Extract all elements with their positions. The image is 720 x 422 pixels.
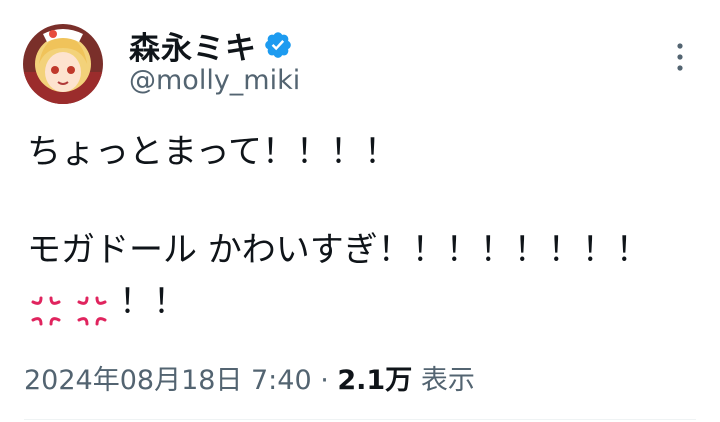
meta-separator: ·: [311, 365, 338, 396]
anger-symbol-icon: [73, 289, 111, 325]
author-handle[interactable]: @molly_miki: [129, 65, 300, 96]
tweet-card: 森永ミキ @molly_miki ちょっとまって！！！！ モガドール かわいすぎ…: [0, 0, 720, 422]
more-options-icon[interactable]: [671, 40, 689, 74]
tweet-meta: 2024年08月18日 7:40 · 2.1万 表示: [24, 358, 475, 397]
views-count: 2.1万: [337, 365, 413, 396]
author-row: 森永ミキ: [129, 23, 293, 68]
tweet-line-3-suffix: ！！: [119, 282, 187, 322]
tweet-line-1: ちょっとまって！！！！: [27, 132, 398, 172]
verified-badge-icon: [263, 30, 293, 60]
tweet-line-3: ！！: [27, 276, 687, 328]
timestamp[interactable]: 2024年08月18日 7:40: [24, 365, 312, 396]
avatar[interactable]: [23, 24, 103, 104]
display-name[interactable]: 森永ミキ: [129, 23, 257, 68]
tweet-text: ちょっとまって！！！！ モガドール かわいすぎ！！！！！！！！ ！！: [27, 126, 687, 328]
views-label: 表示: [420, 365, 475, 396]
tweet-line-2: モガドール かわいすぎ！！！！！！！！: [27, 230, 650, 270]
anger-symbol-icon: [27, 289, 65, 325]
divider: [24, 419, 696, 420]
avatar-image: [23, 24, 103, 104]
